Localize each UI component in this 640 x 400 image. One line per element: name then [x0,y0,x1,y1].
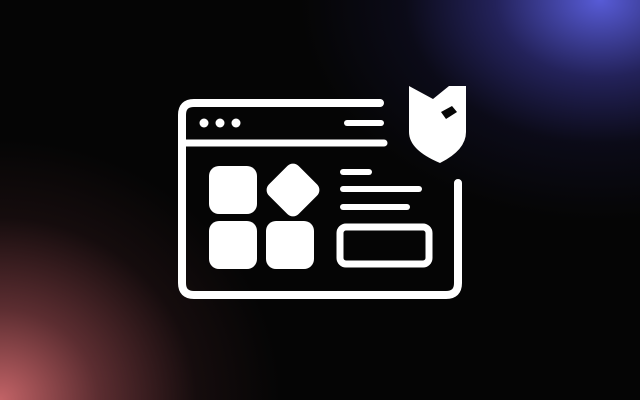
shield-badge-icon [409,86,466,163]
app-window-dashboard-icon [178,86,466,299]
window-dot-1 [199,118,209,128]
app-tile-2 [266,163,320,217]
shield-body [409,86,466,163]
hero-banner [0,0,640,400]
app-tile-4 [266,221,314,269]
app-tile-1 [209,166,257,214]
window-dot-3 [231,118,241,128]
content-button-outline [336,223,433,268]
app-tile-3 [209,221,257,269]
window-dot-2 [215,118,225,128]
